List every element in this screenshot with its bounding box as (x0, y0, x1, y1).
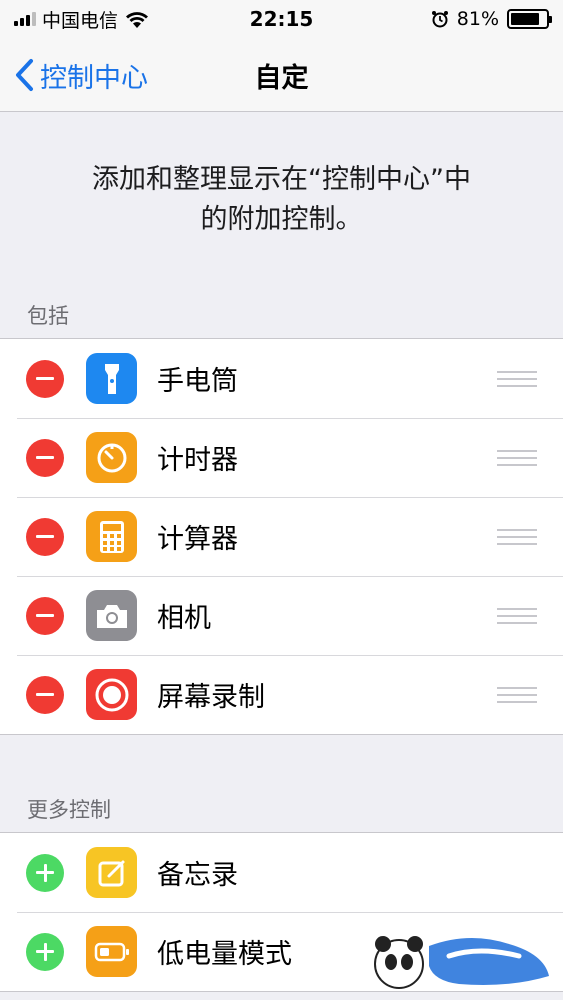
list-item-flashlight: 手电筒 (0, 339, 563, 418)
description-text: 添加和整理显示在“控制中心”中 的附加控制。 (40, 160, 523, 240)
drag-handle-icon[interactable] (497, 370, 537, 387)
list-item-label: 备忘录 (157, 860, 238, 891)
drag-handle-icon[interactable] (497, 449, 537, 466)
list-item-timer: 计时器 (0, 418, 563, 497)
remove-button[interactable] (26, 359, 64, 398)
watermark-logo (359, 926, 559, 996)
section-header-included: 包括 (27, 304, 69, 328)
page-title: 自定 (254, 62, 309, 94)
alarm-icon (431, 11, 448, 28)
list-item-label: 计时器 (157, 445, 238, 476)
remove-button[interactable] (26, 675, 64, 714)
navigation-bar: 控制中心 自定 (0, 38, 563, 112)
list-item-label: 屏幕录制 (157, 682, 265, 713)
battery-percent: 81% (456, 8, 499, 30)
wifi-icon (126, 12, 149, 28)
section-header-more: 更多控制 (27, 798, 111, 822)
drag-handle-icon[interactable] (497, 607, 537, 624)
battery-icon (507, 9, 552, 29)
list-item-label: 手电筒 (157, 366, 238, 397)
status-bar: 中国电信 22:15 81% (0, 0, 563, 38)
remove-button[interactable] (26, 517, 64, 556)
camera-icon (86, 590, 137, 641)
list-item-notes: 备忘录 (0, 833, 563, 912)
screen-record-icon (86, 669, 137, 720)
description-line-1: 添加和整理显示在“控制中心”中 (92, 164, 471, 195)
drag-handle-icon[interactable] (497, 528, 537, 545)
drag-handle-icon[interactable] (497, 686, 537, 703)
list-item-label: 低电量模式 (157, 939, 292, 970)
included-controls-list: 手电筒 计时器 计算器 相机 屏幕录制 (0, 338, 563, 735)
list-item-label: 计算器 (157, 524, 238, 555)
timer-icon (86, 432, 137, 483)
calculator-icon (86, 511, 137, 562)
carrier-label: 中国电信 (42, 9, 119, 32)
flashlight-icon (86, 353, 137, 404)
remove-button[interactable] (26, 438, 64, 477)
add-button[interactable] (26, 932, 64, 971)
list-item-label: 相机 (157, 603, 211, 634)
list-item-camera: 相机 (0, 576, 563, 655)
list-item-screen-recording: 屏幕录制 (0, 655, 563, 734)
notes-icon (86, 847, 137, 898)
list-item-calculator: 计算器 (0, 497, 563, 576)
low-power-icon (86, 926, 137, 977)
cellular-signal-icon (14, 12, 36, 26)
remove-button[interactable] (26, 596, 64, 635)
description-line-2: 的附加控制。 (200, 204, 363, 235)
add-button[interactable] (26, 853, 64, 892)
